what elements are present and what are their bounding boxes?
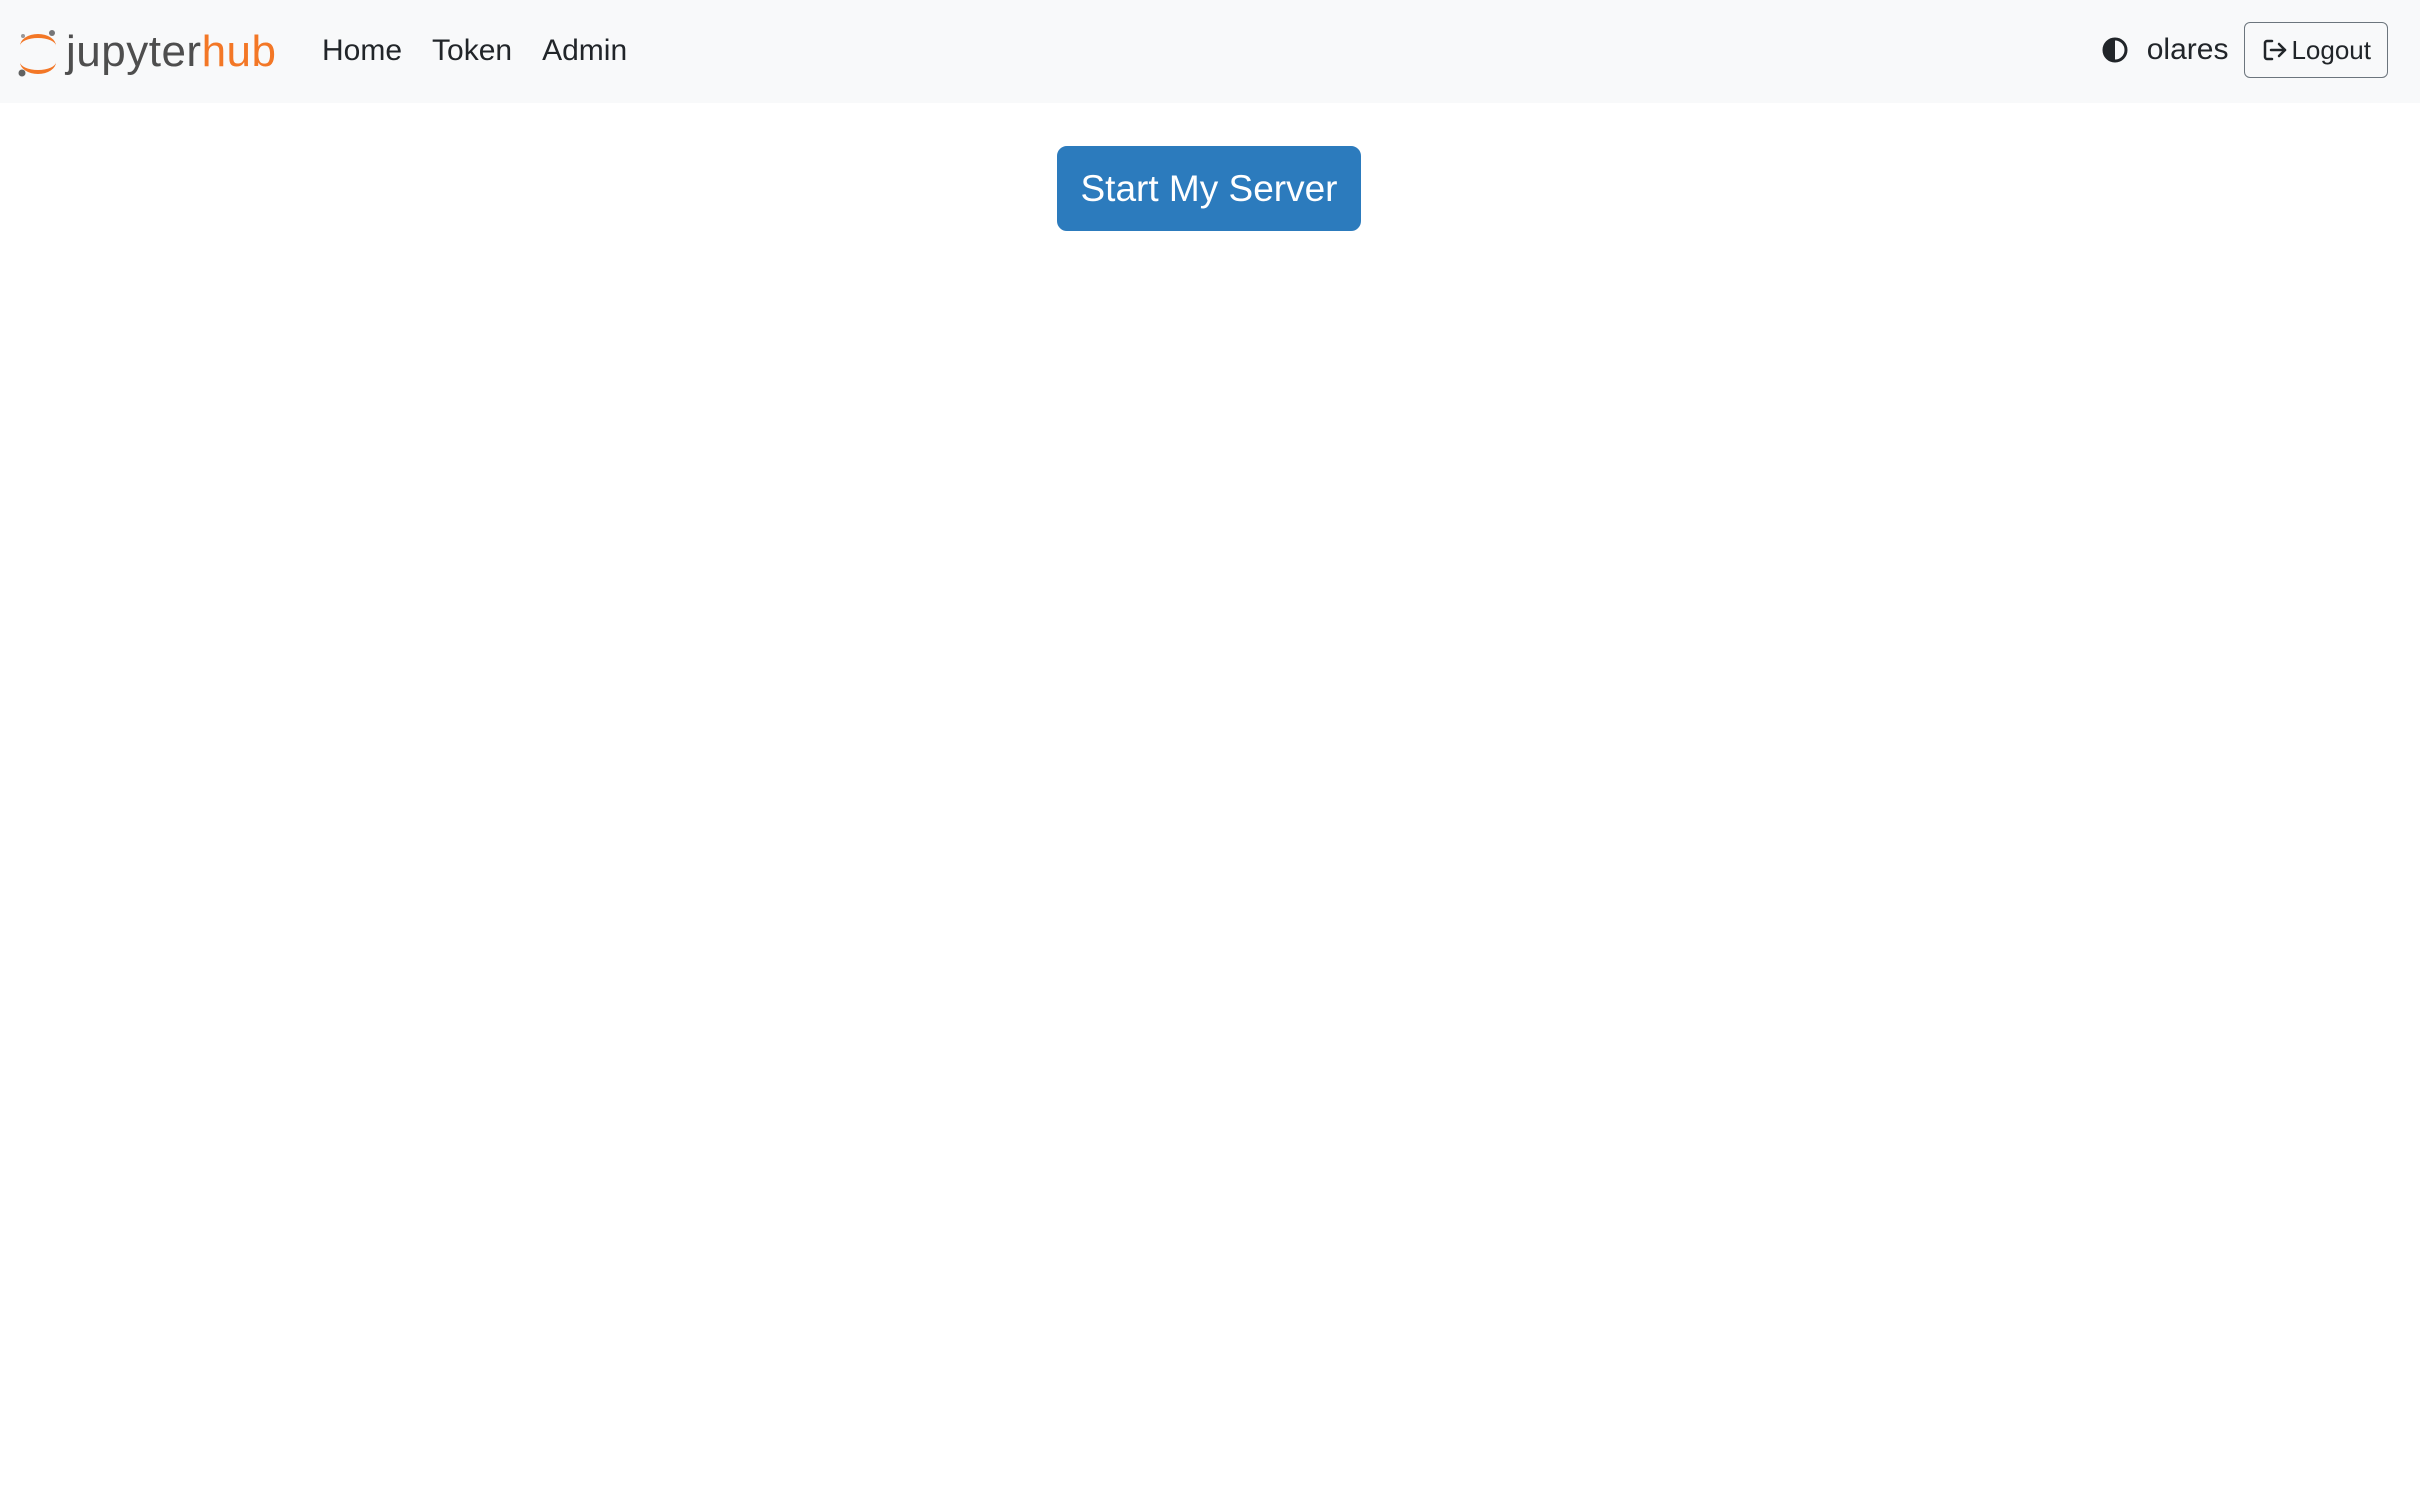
logout-label: Logout [2291,34,2371,65]
nav-home-link[interactable]: Home [322,28,402,74]
nav-admin-link[interactable]: Admin [542,28,627,74]
user-area: olares Logout [2101,22,2388,78]
jupyterhub-logo-link[interactable]: jupyterhub [16,24,277,80]
theme-toggle-icon[interactable] [2101,36,2129,64]
main-nav: Home Token Admin [322,28,657,74]
username-label: olares [2146,33,2229,66]
nav-token-link[interactable]: Token [432,28,512,74]
logout-button[interactable]: Logout [2244,22,2388,78]
brand-name-jupyter: jupyter [66,27,202,76]
top-navbar: jupyterhub Home Token Admin olares Logou… [0,0,2420,103]
sign-out-icon [2261,36,2289,64]
start-my-server-button[interactable]: Start My Server [1057,146,1361,231]
brand-name: jupyterhub [66,30,277,74]
jupyter-logo-icon [16,24,60,80]
brand-name-hub: hub [201,27,277,76]
